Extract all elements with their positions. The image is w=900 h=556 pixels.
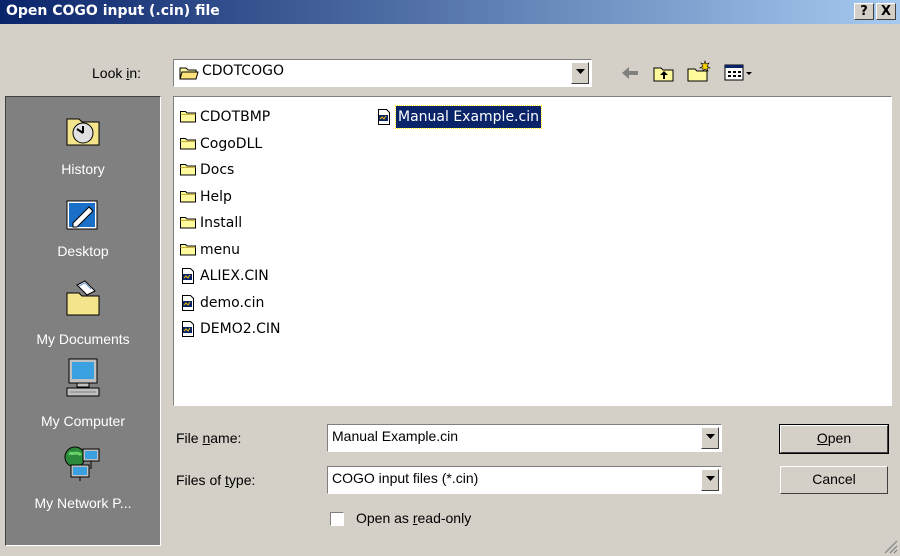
file-name-text: demo.cin: [200, 294, 265, 311]
title-bar: Open COGO input (.cin) file ? X: [0, 0, 900, 24]
file-name-input[interactable]: Manual Example.cin: [332, 428, 458, 444]
chevron-down-icon: [706, 434, 715, 439]
look-in-value: CDOTCOGO: [202, 63, 284, 79]
look-in-combo[interactable]: CDOTCOGO: [173, 59, 592, 87]
file-type-dropdown-button[interactable]: [701, 469, 719, 491]
read-only-checkbox[interactable]: [330, 512, 344, 526]
size-grip-icon[interactable]: [882, 538, 898, 554]
file-name-text: DEMO2.CIN: [200, 321, 281, 337]
up-one-level-icon[interactable]: [652, 63, 676, 83]
cin-file-icon: [182, 294, 194, 311]
folder-icon: [180, 243, 196, 255]
folder-icon: [180, 111, 196, 123]
file-name-text: ALIEX.CIN: [200, 268, 269, 284]
places-bar: History Desktop My Documents My Computer: [5, 96, 161, 546]
window-title: Open COGO input (.cin) file: [6, 3, 220, 19]
open-folder-icon: [179, 67, 199, 80]
file-name-text: Docs: [200, 162, 235, 178]
folder-icon: [180, 190, 196, 202]
my-documents-icon: [66, 280, 100, 316]
file-name-text: Help: [200, 188, 232, 205]
places-desktop[interactable]: Desktop: [6, 195, 160, 259]
back-icon[interactable]: [618, 63, 642, 83]
file-name-label: File name:: [176, 430, 242, 446]
create-new-folder-icon[interactable]: [686, 60, 712, 83]
file-name-text: Manual Example.cin: [395, 105, 542, 129]
cancel-button[interactable]: Cancel: [780, 466, 888, 494]
my-network-places-icon: [64, 446, 100, 481]
file-name-text: Install: [200, 215, 243, 231]
file-list[interactable]: CDOTBMP CogoDLL Docs Help Install menu ALIEX.C…: [173, 96, 892, 406]
folder-icon: [180, 164, 196, 176]
view-menu-icon[interactable]: [724, 63, 754, 83]
open-button[interactable]: Open: [779, 424, 889, 454]
look-in-dropdown-button[interactable]: [571, 62, 589, 84]
close-button[interactable]: X: [876, 3, 896, 20]
file-type-combo[interactable]: COGO input files (*.cin): [327, 466, 722, 494]
file-name-text: CogoDLL: [200, 135, 263, 152]
cin-file-icon: [182, 321, 194, 337]
desktop-icon: [66, 200, 98, 230]
file-name-text: CDOTBMP: [200, 109, 271, 125]
file-type-label: Files of type:: [176, 472, 256, 488]
places-history[interactable]: History: [6, 109, 160, 177]
chevron-down-icon: [576, 69, 585, 74]
history-icon: [66, 118, 100, 146]
read-only-label[interactable]: Open as read-only: [356, 510, 471, 526]
file-name-combo[interactable]: Manual Example.cin: [327, 424, 722, 452]
file-name-text: menu: [200, 241, 240, 258]
file-type-value: COGO input files (*.cin): [332, 470, 479, 486]
look-in-label: Look in:: [92, 65, 142, 81]
places-my-network[interactable]: My Network P...: [6, 443, 160, 511]
file-name-dropdown-button[interactable]: [701, 427, 719, 449]
places-my-documents[interactable]: My Documents: [6, 279, 160, 347]
chevron-down-icon: [706, 476, 715, 481]
cin-file-icon: [182, 268, 194, 284]
folder-icon: [180, 217, 196, 229]
help-button[interactable]: ?: [854, 3, 874, 20]
cin-file-icon: [378, 109, 390, 125]
folder-icon: [180, 137, 196, 149]
my-computer-icon: [66, 358, 100, 397]
places-my-computer[interactable]: My Computer: [6, 357, 160, 429]
